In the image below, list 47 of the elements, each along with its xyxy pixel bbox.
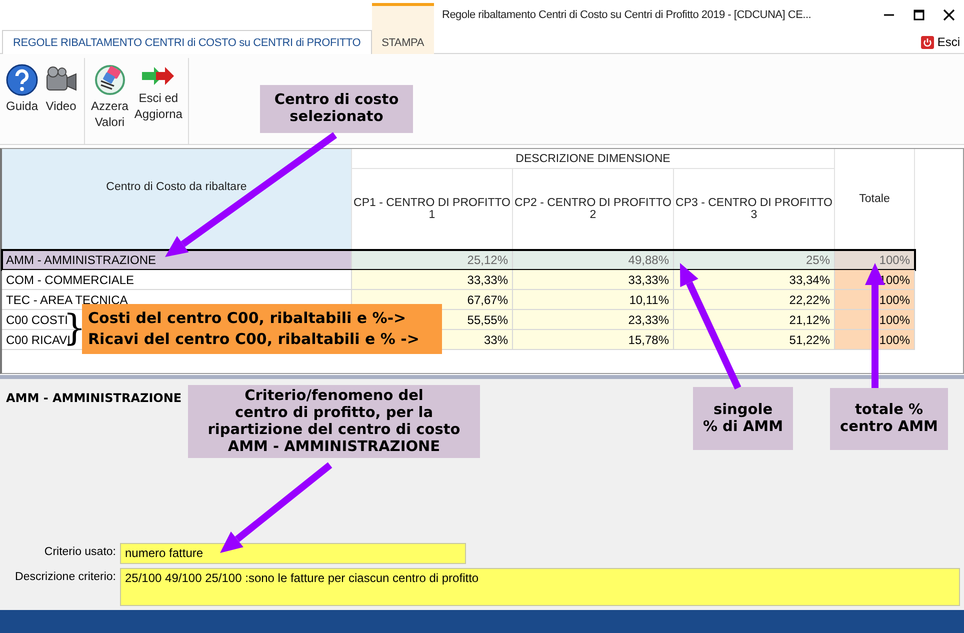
input-field[interactable]: numero fatture — [120, 543, 466, 564]
table-cell: 25% — [674, 250, 835, 270]
table-cell: 100% — [835, 330, 915, 350]
toolbar-button[interactable]: Azzera Valori — [89, 62, 130, 132]
toolbar-button[interactable]: Video — [42, 62, 80, 116]
table-cell: 25,12% — [352, 250, 513, 270]
window-title: Regole ribaltamento Centri di Costo su Centri di Profitto 2019 - [CDCUNA] CE... — [442, 9, 812, 21]
table-cell: 100% — [835, 290, 915, 310]
selected-row[interactable]: AMM - AMMINISTRAZIONE 25,12% 49,88% 25% 100% — [2, 250, 915, 270]
table-cell: 33,33% — [352, 270, 513, 290]
toolbar-button[interactable]: Guida — [4, 62, 40, 116]
eraser-icon — [94, 64, 126, 96]
table-cell: 10,11% — [513, 290, 674, 310]
callout: totale % centro AMM — [830, 388, 948, 450]
column-header: Centro di Costo da ribaltare — [2, 149, 352, 250]
input-field[interactable]: 25/100 49/100 25/100 :sono le fatture per ciascun centro di profitto — [120, 568, 960, 606]
callout: singole % di AMM — [693, 387, 793, 450]
close-icon — [943, 9, 955, 21]
table-cell: 23,33% — [513, 310, 674, 330]
maximize-icon — [913, 9, 925, 21]
table-cell: 22,22% — [674, 290, 835, 310]
table-cell: 21,12% — [674, 310, 835, 330]
column-header: CP2 - CENTRO DI PROFITTO 2 — [513, 169, 674, 250]
column-header: CP1 - CENTRO DI PROFITTO 1 — [352, 169, 513, 250]
field-label: Criterio usato: — [43, 545, 116, 560]
table-cell: 49,88% — [513, 250, 674, 270]
callout: Centro di costo selezionato — [260, 85, 413, 133]
tab[interactable]: STAMPA — [372, 3, 434, 54]
section-title: AMM - AMMINISTRAZIONE — [6, 391, 182, 405]
column-group-header: DESCRIZIONE DIMENSIONE — [352, 149, 835, 169]
table-cell: 100% — [835, 310, 915, 330]
column-header: CP3 - CENTRO DI PROFITTO 3 — [674, 169, 835, 250]
help-icon — [6, 64, 38, 96]
table-cell: 100% — [835, 250, 915, 270]
toolbar-button[interactable]: Esci ed Aggiorna — [132, 62, 184, 124]
power-icon — [921, 36, 934, 48]
exit-button[interactable]: Esci — [921, 35, 960, 49]
table-cell: 51,22% — [674, 330, 835, 350]
table-cell: 33,33% — [513, 270, 674, 290]
arrows-icon — [141, 64, 176, 88]
callout: Criterio/fenomeno del centro di profitto, per la ripartizione del centro di costo AMM - AMMINISTRAZIONE — [188, 385, 480, 458]
field-label: Descrizione criterio: — [14, 570, 116, 585]
table-cell: 15,78% — [513, 330, 674, 350]
tab[interactable]: REGOLE RIBALTAMENTO CENTRI di COSTO su CENTRI di PROFITTO — [2, 30, 372, 54]
table-cell[interactable]: AMM - AMMINISTRAZIONE — [2, 250, 352, 270]
table-cell[interactable]: COM - COMMERCIALE — [2, 270, 352, 290]
table-cell: 33,34% — [674, 270, 835, 290]
